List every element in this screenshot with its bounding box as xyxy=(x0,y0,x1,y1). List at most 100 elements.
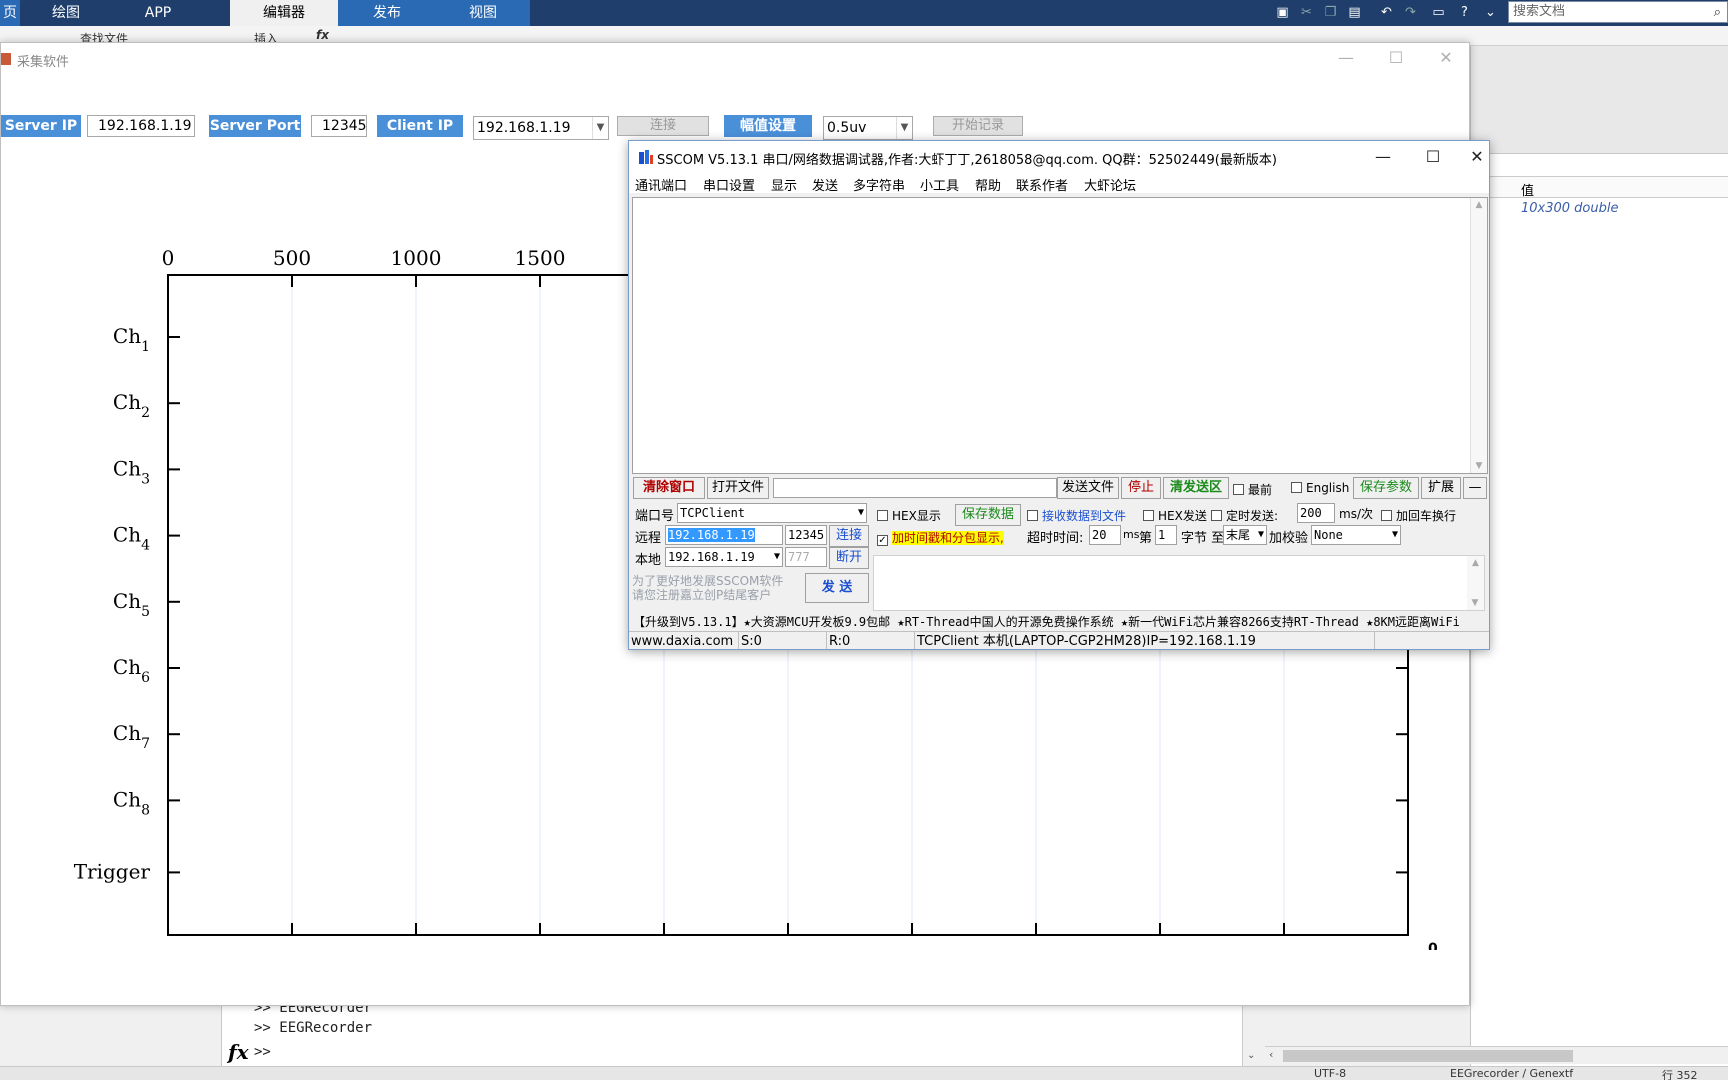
open-file-button[interactable]: 打开文件 xyxy=(707,477,769,499)
help-icon[interactable]: ? xyxy=(1456,4,1473,21)
chevron-down-icon[interactable]: ▼ xyxy=(1392,526,1398,544)
switch-windows-icon[interactable]: ▭ xyxy=(1430,4,1447,21)
client-ip-select[interactable]: 192.168.1.19 ▼ xyxy=(473,116,609,140)
scroll-thumb[interactable] xyxy=(1283,1050,1573,1062)
save-icon[interactable]: ▣ xyxy=(1274,4,1291,21)
close-button[interactable]: ✕ xyxy=(1463,145,1489,169)
menu-item-tools[interactable]: 小工具 xyxy=(920,175,959,194)
fx-button[interactable]: fx xyxy=(316,28,329,42)
file-path-input[interactable] xyxy=(773,478,1057,498)
send-button[interactable]: 发 送 xyxy=(805,573,869,603)
chevron-down-icon[interactable]: ▼ xyxy=(1258,526,1264,544)
end-select[interactable]: 末尾 ▼ xyxy=(1223,525,1267,545)
amplitude-settings-button[interactable]: 幅值设置 xyxy=(724,115,812,137)
remote-ip-input[interactable]: 192.168.1.19 xyxy=(665,525,783,545)
command-prompt[interactable]: >> xyxy=(254,1044,271,1060)
scroll-down-icon[interactable]: ▼ xyxy=(1467,598,1483,608)
server-ip-input[interactable]: 192.168.1.19 xyxy=(87,115,195,137)
scroll-left-icon[interactable]: ‹ xyxy=(1269,1048,1273,1061)
search-icon[interactable]: ⌕ xyxy=(1714,3,1721,23)
menu-item-multi-string[interactable]: 多字符串 xyxy=(853,175,905,194)
menu-item-help[interactable]: 帮助 xyxy=(975,175,1001,194)
chevron-down-icon[interactable]: ▼ xyxy=(774,548,780,566)
add-newline-checkbox[interactable]: 加回车换行 xyxy=(1381,507,1456,524)
start-record-button[interactable]: 开始记录 xyxy=(933,116,1023,136)
collapse-button[interactable]: — xyxy=(1463,477,1487,499)
minimize-button[interactable]: — xyxy=(1363,145,1403,169)
chevron-down-icon[interactable]: ▼ xyxy=(896,117,912,139)
chevron-down-icon[interactable]: ▼ xyxy=(858,504,864,522)
tab-editor[interactable]: 编辑器 xyxy=(230,0,338,26)
clear-window-button[interactable]: 清除窗口 xyxy=(633,477,705,499)
menu-item-contact[interactable]: 联系作者 xyxy=(1016,175,1068,194)
amplitude-select[interactable]: 0.5uv ▼ xyxy=(823,116,913,140)
dropdown-icon[interactable]: ⌄ xyxy=(1482,4,1499,21)
site-link[interactable]: www.daxia.com xyxy=(629,632,739,649)
search-input[interactable]: 搜索文档 ⌕ xyxy=(1508,1,1728,23)
send-text-area[interactable]: ▲ ▼ xyxy=(873,555,1485,611)
workspace-hscrollbar[interactable]: ‹ xyxy=(1265,1046,1728,1064)
paste-icon[interactable]: ▤ xyxy=(1346,4,1363,21)
checkbox-box[interactable]: ✓ xyxy=(877,535,888,546)
connect-button[interactable]: 连接 xyxy=(829,525,869,547)
checkbox-box[interactable] xyxy=(1027,510,1038,521)
save-data-button[interactable]: 保存数据 xyxy=(955,504,1021,526)
menu-item-forum[interactable]: 大虾论坛 xyxy=(1084,175,1136,194)
local-ip-select[interactable]: 192.168.1.19 ▼ xyxy=(665,547,783,567)
checkbox-box[interactable] xyxy=(1211,510,1222,521)
send-file-button[interactable]: 发送文件 xyxy=(1057,477,1119,499)
menu-item-comm-port[interactable]: 通讯端口 xyxy=(635,175,687,194)
tab-home[interactable]: 页 xyxy=(0,0,20,26)
timed-send-checkbox[interactable]: 定时发送: xyxy=(1211,507,1278,524)
undo-icon[interactable]: ↶ xyxy=(1378,4,1395,21)
connect-button[interactable]: 连接 xyxy=(617,116,709,136)
command-scrollbar[interactable]: ⌄ xyxy=(1242,1006,1260,1066)
close-button[interactable]: ✕ xyxy=(1431,47,1461,69)
menu-item-serial-settings[interactable]: 串口设置 xyxy=(703,175,755,194)
maximize-button[interactable]: ☐ xyxy=(1381,47,1411,69)
workspace-variable-value[interactable]: 10x300 double xyxy=(1521,201,1619,216)
checkbox-box[interactable] xyxy=(877,510,888,521)
recv-to-file-checkbox[interactable]: 接收数据到文件 xyxy=(1027,507,1126,524)
chevron-down-icon[interactable]: ▼ xyxy=(592,117,608,139)
checkbox-box[interactable] xyxy=(1381,510,1392,521)
cut-icon[interactable]: ✂ xyxy=(1298,4,1315,21)
port-select[interactable]: TCPClient ▼ xyxy=(677,503,867,523)
receive-area[interactable]: ▲ ▼ xyxy=(632,197,1488,474)
interval-input[interactable]: 200 xyxy=(1297,503,1335,523)
news-ticker[interactable]: 【升级到V5.13.1】★大资源MCU开发板9.9包邮 ★RT-Thread中国… xyxy=(629,613,1489,631)
hex-send-checkbox[interactable]: HEX发送 xyxy=(1143,507,1207,524)
timestamp-checkbox[interactable]: ✓ 加时间戳和分包显示, xyxy=(877,529,1004,546)
clear-send-button[interactable]: 清发送区 xyxy=(1163,477,1229,499)
hex-display-checkbox[interactable]: HEX显示 xyxy=(877,507,941,524)
stop-button[interactable]: 停止 xyxy=(1121,477,1161,499)
copy-icon[interactable]: ❐ xyxy=(1322,4,1339,21)
redo-icon[interactable]: ↷ xyxy=(1402,4,1419,21)
checkbox-box[interactable] xyxy=(1233,484,1244,495)
tab-apps[interactable]: APP xyxy=(112,0,204,26)
command-window[interactable]: >> EEGRecorder >> EEGRecorder fx >> xyxy=(222,1000,1242,1066)
remote-port-input[interactable]: 12345 xyxy=(785,525,827,545)
save-params-button[interactable]: 保存参数 xyxy=(1353,477,1419,499)
expand-button[interactable]: 扩展 xyxy=(1421,477,1461,499)
scroll-up-icon[interactable]: ▲ xyxy=(1467,558,1484,568)
menu-item-display[interactable]: 显示 xyxy=(771,175,797,194)
tab-plots[interactable]: 绘图 xyxy=(20,0,112,26)
register-hint[interactable]: 为了更好地发展SSCOM软件 请您注册嘉立创P结尾客户 xyxy=(632,574,802,602)
disconnect-button[interactable]: 断开 xyxy=(829,547,869,569)
scroll-down-icon[interactable]: ⌄ xyxy=(1247,1050,1255,1061)
minimize-button[interactable]: — xyxy=(1331,47,1361,69)
local-port-input[interactable]: 777 xyxy=(785,547,827,567)
server-port-input[interactable]: 12345 xyxy=(311,115,367,137)
tab-publish[interactable]: 发布 xyxy=(338,0,436,26)
checkbox-box[interactable] xyxy=(1291,482,1302,493)
checkbox-box[interactable] xyxy=(1143,510,1154,521)
checksum-select[interactable]: None ▼ xyxy=(1311,525,1401,545)
maximize-button[interactable]: ☐ xyxy=(1413,145,1453,169)
scroll-up-icon[interactable]: ▲ xyxy=(1471,200,1487,210)
topmost-checkbox[interactable]: 最前 xyxy=(1233,481,1272,498)
receive-scrollbar[interactable]: ▲ ▼ xyxy=(1470,198,1487,473)
scroll-down-icon[interactable]: ▼ xyxy=(1471,461,1487,471)
send-scrollbar[interactable]: ▲ ▼ xyxy=(1467,556,1484,610)
menu-item-send[interactable]: 发送 xyxy=(812,175,838,194)
